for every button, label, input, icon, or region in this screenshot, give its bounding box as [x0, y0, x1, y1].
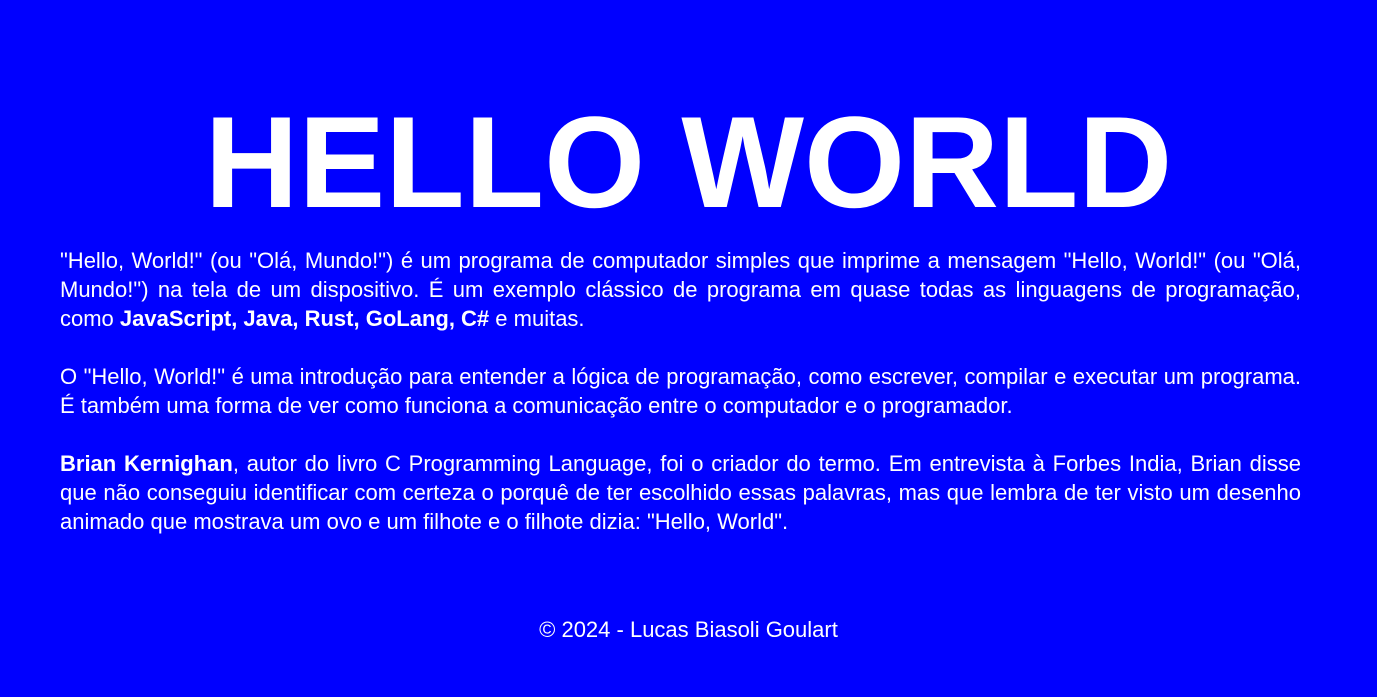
- paragraph-intro-text-b: e muitas.: [489, 306, 585, 331]
- author-name: Brian Kernighan: [60, 451, 233, 476]
- paragraph-history: Brian Kernighan, autor do livro C Progra…: [60, 449, 1301, 536]
- paragraph-purpose: O "Hello, World!" é uma introdução para …: [60, 364, 1301, 418]
- paragraph-history-text: , autor do livro C Programming Language,…: [60, 451, 1302, 534]
- page: HELLO WORLD "Hello, World!" (ou "Olá, Mu…: [0, 0, 1377, 697]
- page-title: HELLO WORLD: [204, 89, 1173, 235]
- footer-copyright: © 2024 - Lucas Biasoli Goulart: [539, 617, 838, 642]
- main-content: "Hello, World!" (ou "Olá, Mundo!") é um …: [60, 246, 1301, 565]
- paragraph-intro: "Hello, World!" (ou "Olá, Mundo!") é um …: [60, 246, 1301, 333]
- languages-list: JavaScript, Java, Rust, GoLang, C#: [119, 306, 490, 331]
